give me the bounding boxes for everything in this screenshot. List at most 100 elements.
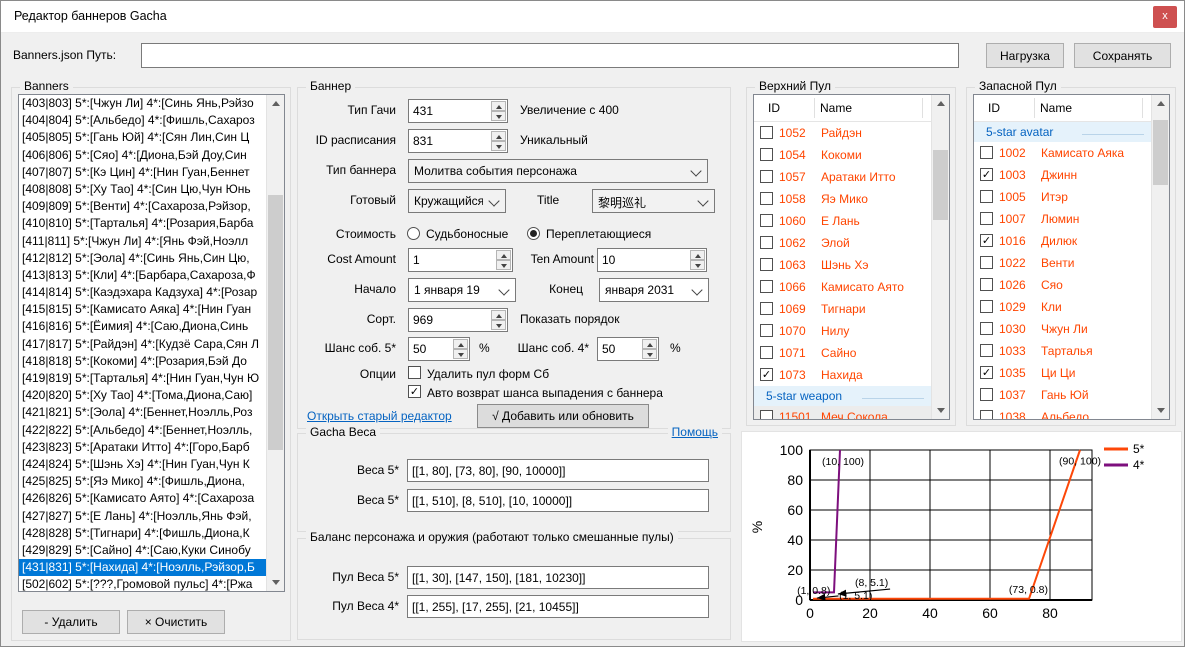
scroll-down-icon[interactable] [1152, 402, 1169, 419]
pool-row[interactable]: 1029Кли [974, 296, 1152, 318]
load-button[interactable]: Нагрузка [986, 43, 1064, 68]
banner-list-item[interactable]: [429|829] 5*:[Сайно] 4*:[Саю,Куки Синобу [19, 542, 267, 559]
spin-down-icon[interactable] [491, 111, 506, 121]
save-button[interactable]: Сохранять [1074, 43, 1171, 68]
banner-list-item[interactable]: [422|822] 5*:[Альбедо] 4*:[Беннет,Ноэлль… [19, 422, 267, 439]
pool-row[interactable]: 1038Альбедо [974, 406, 1152, 420]
spin-up-icon[interactable] [491, 101, 506, 111]
banner-list-item[interactable]: [412|812] 5*:[Эола] 4*:[Синь Янь,Син Цю, [19, 250, 267, 267]
banner-list-item[interactable]: [414|814] 5*:[Каэдэхара Кадзуха] 4*:[Роз… [19, 284, 267, 301]
remove-pool-checkbox-label[interactable]: Удалить пул форм Сб [427, 367, 549, 381]
row-checkbox[interactable] [980, 146, 993, 159]
prefab-select[interactable]: Кружащийся л [408, 189, 506, 213]
banner-list[interactable]: [403|803] 5*:[Чжун Ли] 4*:[Синь Янь,Рэйз… [18, 94, 285, 592]
pool-row[interactable]: ✓1003Джинн [974, 164, 1152, 186]
banner-list-item[interactable]: [411|811] 5*:[Чжун Ли] 4*:[Янь Фэй,Ноэлл [19, 233, 267, 250]
scrollbar-thumb[interactable] [933, 150, 948, 220]
pool-row[interactable]: 1070Нилу [754, 320, 932, 342]
spin-up-icon[interactable] [491, 131, 506, 141]
banner-list-item[interactable]: [406|806] 5*:[Сяо] 4*:[Диона,Бэй Доу,Син [19, 147, 267, 164]
pool-row[interactable]: 1005Итэр [974, 186, 1152, 208]
cost-radio-intertwined[interactable] [527, 227, 540, 240]
auto-return-checkbox[interactable]: ✓ [408, 385, 421, 398]
banner-list-item[interactable]: [404|804] 5*:[Альбедо] 4*:[Фишль,Сахароз [19, 112, 267, 129]
end-date-picker[interactable]: января 2031 [599, 278, 709, 302]
spin-down-icon[interactable] [491, 141, 506, 151]
banner-list-item[interactable]: [409|809] 5*:[Венти] 4*:[Сахароза,Рэйзор… [19, 198, 267, 215]
row-checkbox[interactable] [980, 256, 993, 269]
add-or-update-button[interactable]: √ Добавить или обновить [477, 404, 649, 428]
banner-list-item[interactable]: [408|808] 5*:[Ху Тао] 4*:[Син Цю,Чун Юнь [19, 181, 267, 198]
scroll-down-icon[interactable] [267, 574, 284, 591]
chance5-spinner[interactable]: 50 [408, 337, 470, 361]
row-checkbox[interactable]: ✓ [980, 234, 993, 247]
row-checkbox[interactable] [760, 410, 773, 420]
old-editor-link[interactable]: Открыть старый редактор [307, 409, 452, 423]
row-checkbox[interactable] [980, 344, 993, 357]
cost-amount-spinner[interactable]: 1 [408, 248, 513, 272]
cost-radio-fate-label[interactable]: Судьбоносные [426, 227, 508, 241]
banner-list-item[interactable]: [410|810] 5*:[Тарталья] 4*:[Розария,Барб… [19, 215, 267, 232]
row-checkbox[interactable] [980, 212, 993, 225]
scroll-up-icon[interactable] [932, 95, 949, 112]
pool-row[interactable]: ✓1073Нахида [754, 364, 932, 386]
banner-list-item[interactable]: [431|831] 5*:[Нахида] 4*:[Ноэлль,Рэйзор,… [19, 559, 270, 576]
pool-row[interactable]: 1057Аратаки Итто [754, 166, 932, 188]
close-button[interactable]: x [1153, 6, 1177, 28]
row-checkbox[interactable] [760, 302, 773, 315]
pool-row[interactable]: ✓1035Ци Ци [974, 362, 1152, 384]
row-checkbox[interactable]: ✓ [760, 368, 773, 381]
path-input[interactable] [141, 43, 959, 68]
row-checkbox[interactable] [980, 190, 993, 203]
help-link[interactable]: Помощь [668, 425, 722, 439]
banner-list-item[interactable]: [421|821] 5*:[Эола] 4*:[Беннет,Ноэлль,Ро… [19, 404, 267, 421]
banner-list-item[interactable]: [426|826] 5*:[Камисато Аято] 4*:[Сахароз… [19, 490, 267, 507]
pool-row[interactable]: 1071Сайно [754, 342, 932, 364]
chance4-spinner[interactable]: 50 [597, 337, 659, 361]
pool-weights5-input[interactable] [407, 566, 709, 589]
scrollbar-thumb[interactable] [1153, 120, 1168, 185]
pool-row[interactable]: 1069Тигнари [754, 298, 932, 320]
gacha-type-spinner[interactable]: 431 [408, 99, 508, 123]
banner-type-select[interactable]: Молитва события персонажа [408, 159, 708, 183]
banner-list-item[interactable]: [407|807] 5*:[Кэ Цин] 4*:[Нин Гуан,Бенне… [19, 164, 267, 181]
upper-pool-scrollbar[interactable] [931, 95, 949, 419]
name-column-header[interactable]: Name [1040, 95, 1072, 121]
row-checkbox[interactable] [760, 236, 773, 249]
pool-row[interactable]: 1058Яэ Мико [754, 188, 932, 210]
banner-list-item[interactable]: [419|819] 5*:[Тарталья] 4*:[Нин Гуан,Чун… [19, 370, 267, 387]
banner-list-item[interactable]: [415|815] 5*:[Камисато Аяка] 4*:[Нин Гуа… [19, 301, 267, 318]
spin-up-icon[interactable] [642, 339, 657, 349]
row-checkbox[interactable] [760, 280, 773, 293]
spin-up-icon[interactable] [496, 250, 511, 260]
clear-banners-button[interactable]: × Очистить [127, 610, 225, 634]
row-checkbox[interactable] [760, 258, 773, 271]
sort-spinner[interactable]: 969 [408, 308, 508, 332]
cost-radio-fate[interactable] [407, 227, 420, 240]
weights5-input[interactable] [407, 459, 709, 482]
upper-pool-list[interactable]: ID Name 1052Райдэн1054Кокоми1057Аратаки … [753, 94, 950, 420]
reserve-pool-scrollbar[interactable] [1151, 95, 1169, 419]
spin-down-icon[interactable] [642, 349, 657, 359]
row-checkbox[interactable] [760, 126, 773, 139]
banner-list-item[interactable]: [416|816] 5*:[Ёимия] 4*:[Саю,Диона,Синь [19, 318, 267, 335]
spin-down-icon[interactable] [453, 349, 468, 359]
row-checkbox[interactable] [980, 278, 993, 291]
row-checkbox[interactable] [980, 322, 993, 335]
banner-list-item[interactable]: [418|818] 5*:[Кокоми] 4*:[Розария,Бэй До [19, 353, 267, 370]
spin-up-icon[interactable] [690, 250, 705, 260]
pool-row[interactable]: 11501Меч Сокола [754, 406, 932, 420]
pool-row[interactable]: 1054Кокоми [754, 144, 932, 166]
cost-radio-intertwined-label[interactable]: Переплетающиеся [546, 227, 651, 241]
banner-list-item[interactable]: [502|602] 5*:[???,Громовой пульс] 4*:[Рж… [19, 576, 267, 592]
banner-list-item[interactable]: [427|827] 5*:[Е Лань] 4*:[Ноэлль,Янь Фэй… [19, 508, 267, 525]
pool-row[interactable]: 1007Люмин [974, 208, 1152, 230]
scroll-up-icon[interactable] [1152, 95, 1169, 112]
row-checkbox[interactable] [760, 346, 773, 359]
pool-row[interactable]: 1033Тарталья [974, 340, 1152, 362]
pool-row[interactable]: 1052Райдэн [754, 122, 932, 144]
pool-row[interactable]: 1066Камисато Аято [754, 276, 932, 298]
pool-row[interactable]: 1002Камисато Аяка [974, 142, 1152, 164]
row-checkbox[interactable] [760, 192, 773, 205]
weights4-input[interactable] [407, 489, 709, 512]
